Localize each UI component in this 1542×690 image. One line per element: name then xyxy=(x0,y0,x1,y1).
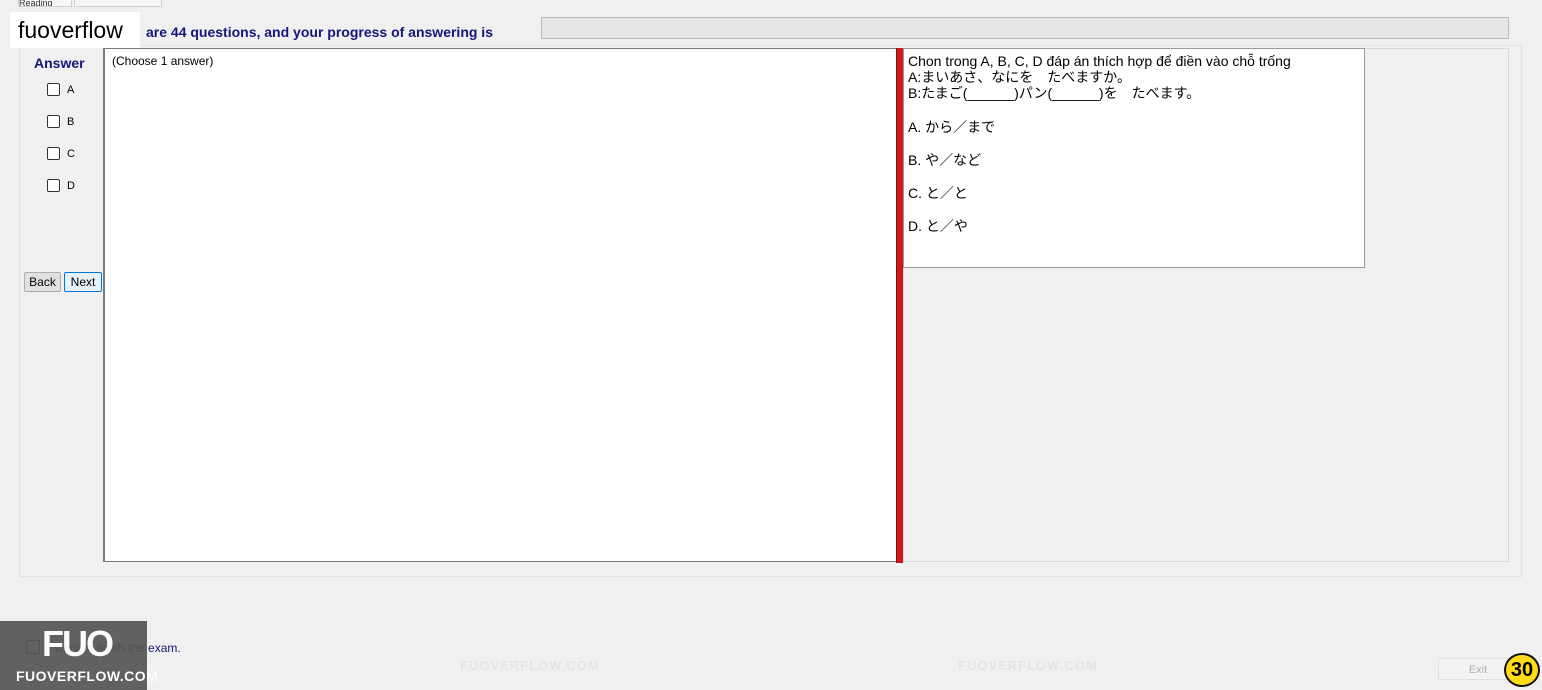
fuo-badge-text: FUOVERFLOW.COM xyxy=(16,668,159,684)
brand-label: fuoverflow xyxy=(10,12,140,48)
answer-option-b[interactable]: B xyxy=(47,115,74,128)
back-button[interactable]: Back xyxy=(24,272,61,292)
answer-option-label: D xyxy=(67,179,75,192)
question-option-d: D. と／や xyxy=(908,218,968,234)
progress-text: are 44 questions, and your progress of a… xyxy=(146,24,493,40)
watermark-text: FUOVERFLOW.COM xyxy=(460,658,600,673)
answer-option-a[interactable]: A xyxy=(47,83,74,96)
checkbox[interactable] xyxy=(47,147,60,160)
question-box: Chon trong A, B, C, D đáp án thích hợp đ… xyxy=(903,48,1365,268)
question-counter-badge: 30 xyxy=(1504,653,1540,687)
question-option-a: A. から／まで xyxy=(908,119,996,135)
question-option-c: C. と／と xyxy=(908,185,968,201)
answer-option-label: B xyxy=(67,115,75,128)
choose-hint: (Choose 1 answer) xyxy=(112,54,214,68)
answer-option-c[interactable]: C xyxy=(47,147,75,160)
watermark-text: FUOVERFLOW.COM xyxy=(958,658,1098,673)
question-line: B:たまご(______)パン(______)を たべます。 xyxy=(908,85,1201,101)
next-button[interactable]: Next xyxy=(64,272,102,292)
question-option-b: B. や／など xyxy=(908,152,982,168)
answer-option-label: C xyxy=(67,147,75,160)
answer-option-label: A xyxy=(67,83,75,96)
tab-reading[interactable]: Reading xyxy=(18,0,72,7)
checkbox[interactable] xyxy=(47,115,60,128)
fuo-badge: FUO FUOVERFLOW.COM xyxy=(0,621,158,690)
answer-option-d[interactable]: D xyxy=(47,179,75,192)
tab-other[interactable] xyxy=(74,0,162,7)
fuo-logo: FUO xyxy=(42,623,114,664)
checkbox[interactable] xyxy=(47,83,60,96)
answer-area: (Choose 1 answer) xyxy=(103,48,897,562)
question-line: A:まいあさ、なにを たべますか。 xyxy=(908,69,1131,85)
panel-splitter[interactable] xyxy=(896,48,903,563)
progress-bar xyxy=(541,17,1509,39)
checkbox[interactable] xyxy=(47,179,60,192)
answer-title: Answer xyxy=(34,55,85,71)
question-instruction: Chon trong A, B, C, D đáp án thích hợp đ… xyxy=(908,53,1291,69)
